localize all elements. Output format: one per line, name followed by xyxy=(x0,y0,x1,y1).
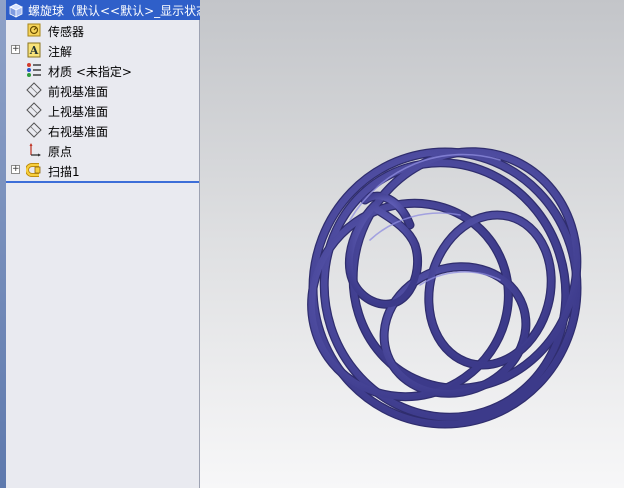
plane-icon xyxy=(26,82,42,98)
svg-text:A: A xyxy=(29,44,39,57)
tree-item-label: 前视基准面 xyxy=(48,85,109,99)
plane-icon xyxy=(26,102,42,118)
tree-root-part[interactable]: 螺旋球（默认<<默认>_显示状态 xyxy=(6,0,200,20)
tree-item-label: 右视基准面 xyxy=(48,125,109,139)
tree-item-sweep1[interactable]: + 扫描1 xyxy=(6,160,199,180)
sensor-icon xyxy=(27,23,41,37)
tree-item-sensors[interactable]: 传感器 xyxy=(6,20,199,40)
tree-item-label: 上视基准面 xyxy=(48,105,109,119)
tree-item-material[interactable]: 材质 <未指定> xyxy=(6,60,199,80)
tree-item-origin[interactable]: 原点 xyxy=(6,140,199,160)
tree-item-right-plane[interactable]: 右视基准面 xyxy=(6,120,199,140)
rollback-bar[interactable] xyxy=(6,181,199,183)
tree-item-annotations[interactable]: + A 注解 xyxy=(6,40,199,60)
spiral-sphere-model[interactable] xyxy=(200,0,624,488)
tree-item-label: 扫描1 xyxy=(48,165,80,179)
root-part-label: 螺旋球（默认<<默认>_显示状态 xyxy=(28,3,200,18)
feature-manager-panel: 螺旋球（默认<<默认>_显示状态 传感器 + A 注解 材质 <未指定> 前视基… xyxy=(0,0,200,488)
annotation-icon: A xyxy=(27,42,41,58)
expand-toggle[interactable]: + xyxy=(11,165,20,174)
tree-item-top-plane[interactable]: 上视基准面 xyxy=(6,100,199,120)
tree-item-label: 注解 xyxy=(48,45,73,59)
plane-icon xyxy=(26,122,42,138)
part-icon xyxy=(9,3,23,18)
material-icon xyxy=(27,63,41,77)
tree-item-label: 材质 <未指定> xyxy=(48,65,132,79)
feature-tree: 传感器 + A 注解 材质 <未指定> 前视基准面 上视基准面 右视基准面 原点… xyxy=(6,20,199,180)
expand-toggle[interactable]: + xyxy=(11,45,20,54)
tree-item-label: 传感器 xyxy=(48,25,85,39)
tree-item-label: 原点 xyxy=(48,145,73,159)
origin-icon xyxy=(29,143,41,157)
graphics-viewport[interactable] xyxy=(200,0,624,488)
tree-item-front-plane[interactable]: 前视基准面 xyxy=(6,80,199,100)
sweep-feature-icon xyxy=(26,163,41,177)
